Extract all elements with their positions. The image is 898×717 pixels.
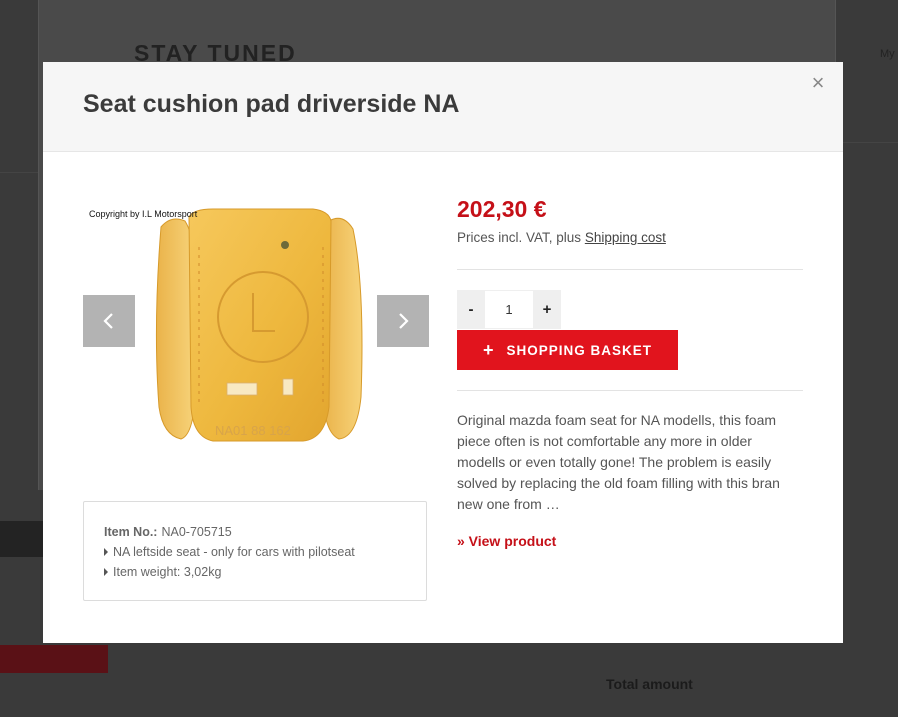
chevron-left-icon <box>103 313 113 329</box>
background-account-text: My <box>880 48 895 60</box>
bullet-triangle-icon <box>104 568 108 576</box>
item-weight-text: Item weight: 3,02kg <box>113 565 222 579</box>
chevron-right-icon <box>399 313 409 329</box>
vat-notice: Prices incl. VAT, plus Shipping cost <box>457 230 666 245</box>
item-number-label: Item No.: <box>104 525 158 539</box>
background-divider <box>0 172 38 173</box>
item-attribute-text: NA leftside seat - only for cars with pi… <box>113 545 355 559</box>
add-to-basket-button[interactable]: + SHOPPING BASKET <box>457 330 678 370</box>
close-button[interactable]: × <box>807 72 829 94</box>
item-attribute: Item weight: 3,02kg <box>104 562 406 582</box>
modal-header: Seat cushion pad driverside NA × <box>43 62 843 152</box>
item-number-row: Item No.: NA0-705715 <box>104 522 406 542</box>
divider <box>457 269 803 270</box>
view-product-link[interactable]: » View product <box>457 533 556 549</box>
product-image: NA01 88 162 <box>155 208 363 442</box>
product-image-gallery: NA01 88 162 Copyright by I.L Motorsport <box>83 202 429 462</box>
quantity-increase-button[interactable]: + <box>533 290 561 329</box>
previous-image-button[interactable] <box>83 295 135 347</box>
next-image-button[interactable] <box>377 295 429 347</box>
product-price: 202,30 € <box>457 196 547 222</box>
item-number-value: NA0-705715 <box>161 525 232 539</box>
copyright-text: Copyright by I.L Motorsport <box>89 209 198 219</box>
modal-title: Seat cushion pad driverside NA <box>83 90 460 118</box>
quantity-decrease-button[interactable]: - <box>457 290 485 329</box>
divider <box>457 390 803 391</box>
plus-icon: + <box>482 340 495 360</box>
background-band <box>0 521 48 557</box>
close-icon: × <box>811 70 825 95</box>
quantity-stepper: - + <box>457 290 561 329</box>
product-image-text: NA01 88 162 <box>215 423 291 438</box>
item-attribute: NA leftside seat - only for cars with pi… <box>104 542 406 562</box>
quantity-input[interactable] <box>485 290 533 329</box>
product-quickview-modal: Seat cushion pad driverside NA × NA01 88… <box>43 62 843 643</box>
item-info-box: Item No.: NA0-705715 NA leftside seat - … <box>83 501 427 601</box>
background-total-label: Total amount <box>606 676 693 692</box>
add-to-basket-label: SHOPPING BASKET <box>506 342 653 358</box>
shipping-cost-link[interactable]: Shipping cost <box>585 230 666 245</box>
bullet-triangle-icon <box>104 548 108 556</box>
background-divider <box>834 142 898 143</box>
background-red-button <box>0 645 108 673</box>
product-description: Original mazda foam seat for NA modells,… <box>457 412 780 512</box>
vat-text: Prices incl. VAT, plus <box>457 230 582 245</box>
